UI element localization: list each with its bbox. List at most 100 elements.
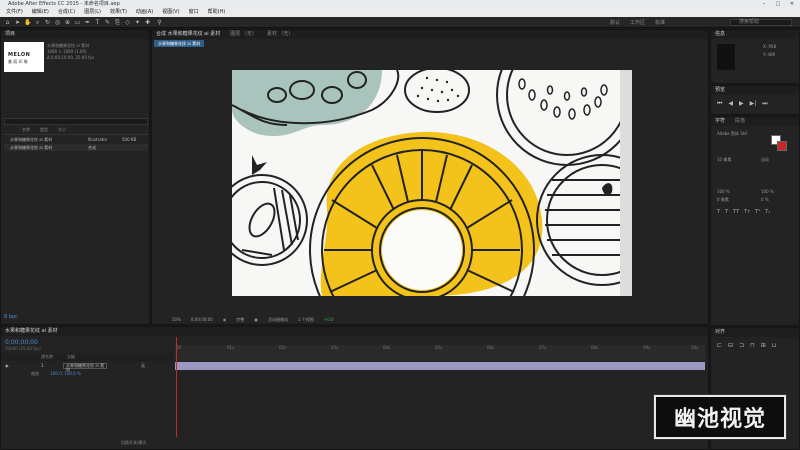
tools-toolbar: ⌂ ➤ ✋ ⌕ ↻ ◎ ⊕ ▭ ✒ T ✎ ⎘ ◇ ✦ ✚ ⚲ 默认 工作区 标… — [0, 17, 800, 28]
selection-tool-icon[interactable]: ➤ — [14, 19, 21, 26]
small-caps-button[interactable]: Tт — [744, 209, 750, 215]
zoom-dropdown[interactable]: 50% — [172, 316, 181, 324]
camera-tool-icon[interactable]: ◎ — [54, 19, 61, 26]
hand-tool-icon[interactable]: ✋ — [24, 19, 31, 26]
all-caps-button[interactable]: TT — [733, 209, 739, 215]
list-item[interactable]: 水果和糖果花纹 ai 素材 Illustrator 500 KB — [4, 136, 148, 143]
puppet-tool-icon[interactable]: ✚ — [144, 19, 151, 26]
layer-name[interactable]: 水果和糖果花纹 ai 素材 — [63, 363, 107, 372]
layer-duration-bar[interactable] — [175, 362, 705, 370]
mask-tool-icon[interactable]: ▭ — [74, 19, 81, 26]
tab-character[interactable]: 字符 — [715, 117, 725, 126]
align-right-icon[interactable]: ⊐ — [739, 342, 744, 349]
baseline-field[interactable]: 0 像素 — [717, 197, 729, 203]
tab-align[interactable]: 对齐 — [715, 328, 725, 337]
brush-tool-icon[interactable]: ✎ — [104, 19, 111, 26]
col-name[interactable]: 名称 — [22, 127, 30, 134]
leading-field[interactable]: 自动 — [761, 157, 769, 163]
subscript-button[interactable]: T₁ — [765, 209, 770, 215]
vertical-scale-field[interactable]: 100 % — [717, 189, 730, 194]
composition-canvas[interactable] — [232, 70, 632, 296]
roi-icon[interactable]: ▣ — [254, 316, 258, 324]
col-parent[interactable]: 父级 — [67, 353, 75, 361]
bpc-indicator[interactable]: 8 bpc — [4, 314, 18, 322]
project-panel: 项目 MELON 美 丽 印 象 水果和糖果花纹 ai 素材 1080 × 10… — [0, 29, 150, 325]
tab-preview[interactable]: 预览 — [715, 86, 725, 95]
project-search-input[interactable] — [4, 118, 148, 125]
align-bottom-icon[interactable]: ⊔ — [772, 342, 777, 349]
menu-effect[interactable]: 效果(T) — [110, 8, 127, 17]
resolution-dropdown[interactable]: 完整 — [236, 316, 244, 324]
camera-dropdown[interactable]: 活动摄像机 — [268, 316, 288, 324]
next-frame-icon[interactable]: ▶| — [750, 100, 757, 108]
faux-bold-button[interactable]: T — [717, 209, 720, 215]
menu-help[interactable]: 帮助(H) — [208, 8, 226, 17]
close-icon[interactable]: ✕ — [788, 0, 796, 8]
workspace-standard[interactable]: 标准 — [655, 19, 665, 26]
layer-parent[interactable]: 无 — [141, 362, 145, 370]
time-ruler[interactable]: 0f 01s 02s 03s 04s 05s 06s 07s 08s 09s 1… — [175, 345, 705, 361]
menu-view[interactable]: 视图(V) — [162, 8, 179, 17]
pan-behind-tool-icon[interactable]: ⊕ — [64, 19, 71, 26]
workspace-default[interactable]: 默认 — [610, 19, 620, 26]
tab-timeline[interactable]: 水果和糖果花纹 ai 素材 — [5, 327, 58, 336]
last-frame-icon[interactable]: ⏭ — [762, 100, 767, 108]
transform-value[interactable]: 100.0, 100.0 % — [50, 371, 81, 376]
visibility-eye-icon[interactable]: ◉ — [5, 362, 9, 370]
tab-composition[interactable]: 合成 水果和糖果花纹 ai 素材 — [156, 30, 220, 39]
playhead[interactable] — [176, 337, 177, 437]
prev-frame-icon[interactable]: ◀ — [728, 100, 733, 108]
col-size[interactable]: 大小 — [58, 127, 66, 134]
zoom-tool-icon[interactable]: ⌕ — [34, 19, 41, 26]
toggle-switches-modes[interactable]: 切换开关/模式 — [121, 440, 146, 446]
roto-tool-icon[interactable]: ✦ — [134, 19, 141, 26]
tsume-field[interactable]: 0 % — [761, 197, 769, 202]
font-size-field[interactable]: 10 像素 — [717, 157, 731, 163]
workspace-work[interactable]: 工作区 — [630, 19, 645, 26]
tab-footage[interactable]: 素材 （无） — [267, 30, 294, 39]
list-item[interactable]: 水果和糖果花纹 ai 素材 合成 — [4, 144, 148, 151]
align-left-icon[interactable]: ⊏ — [717, 342, 722, 349]
camera-snapshot-icon[interactable]: ◉ — [223, 316, 227, 324]
tab-project[interactable]: 项目 — [5, 30, 15, 39]
menu-layer[interactable]: 图层(L) — [84, 8, 101, 17]
horizontal-scale-field[interactable]: 100 % — [761, 189, 774, 194]
help-search-input[interactable]: 搜索帮助 — [730, 19, 792, 26]
maximize-icon[interactable]: □ — [774, 0, 782, 8]
menu-file[interactable]: 文件(F) — [6, 8, 23, 17]
pen-tool-icon[interactable]: ✒ — [84, 19, 91, 26]
first-frame-icon[interactable]: ⏮ — [717, 100, 722, 108]
font-family-dropdown[interactable]: Adobe 黑体 Std — [717, 131, 747, 137]
exposure-value[interactable]: +0.0 — [324, 316, 334, 324]
align-middle-icon[interactable]: ⊞ — [761, 342, 766, 349]
superscript-button[interactable]: T¹ — [755, 209, 760, 215]
window-titlebar: Adobe After Effects CC 2015 - 未命名项目.aep … — [0, 0, 800, 8]
text-tool-icon[interactable]: T — [94, 19, 101, 26]
minimize-icon[interactable]: – — [760, 0, 768, 8]
align-top-icon[interactable]: ⊓ — [750, 342, 755, 349]
col-source-name[interactable]: 源名称 — [41, 353, 53, 361]
viewer-timecode[interactable]: 0;00;00;00 — [191, 316, 213, 324]
timeline-timecode[interactable]: 0;00;00;00 — [5, 339, 38, 346]
table-row[interactable]: ◉ 1 水果和糖果花纹 ai 素材 无 — [1, 362, 173, 372]
tab-layer[interactable]: 图层 （无） — [230, 30, 257, 39]
align-center-icon[interactable]: ⊟ — [728, 342, 733, 349]
play-icon[interactable]: ▶ — [739, 100, 744, 108]
col-type[interactable]: 类型 — [40, 127, 48, 134]
fruit-pattern-illustration — [232, 70, 632, 296]
tab-info[interactable]: 信息 — [715, 30, 725, 39]
stroke-color-swatch[interactable] — [777, 141, 787, 151]
menu-animation[interactable]: 动画(A) — [136, 8, 153, 17]
menu-edit[interactable]: 编辑(E) — [32, 8, 49, 17]
menu-composition[interactable]: 合成(C) — [58, 8, 75, 17]
home-icon[interactable]: ⌂ — [4, 19, 11, 26]
rotate-tool-icon[interactable]: ↻ — [44, 19, 51, 26]
snap-icon[interactable]: ⚲ — [156, 19, 163, 26]
clone-tool-icon[interactable]: ⎘ — [114, 19, 121, 26]
comp-breadcrumb[interactable]: 水果和糖果花纹 ai 素材 — [154, 40, 205, 47]
tab-paragraph[interactable]: 段落 — [735, 117, 745, 126]
views-dropdown[interactable]: 1 个视图 — [298, 316, 314, 324]
faux-italic-button[interactable]: T — [725, 209, 728, 215]
eraser-tool-icon[interactable]: ◇ — [124, 19, 131, 26]
menu-window[interactable]: 窗口 — [189, 8, 199, 17]
